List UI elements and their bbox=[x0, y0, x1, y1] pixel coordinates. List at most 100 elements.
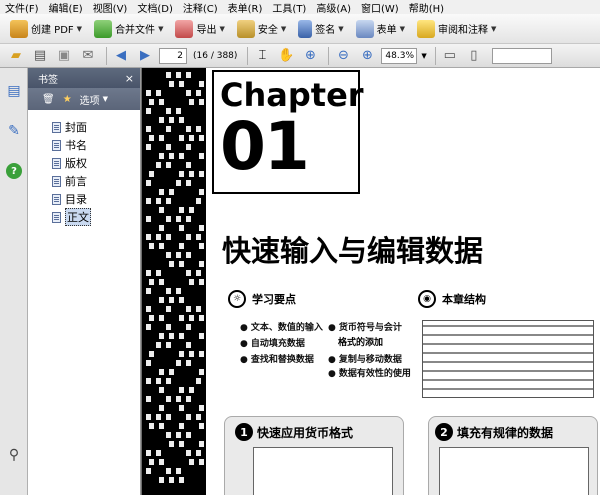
chevron-down-icon: ▼ bbox=[280, 24, 287, 33]
fit-page-icon[interactable]: ▭ bbox=[440, 47, 460, 65]
menu-item[interactable]: 表单(R) bbox=[223, 0, 268, 15]
pattern-square bbox=[166, 324, 171, 330]
pattern-square bbox=[196, 450, 201, 456]
pattern-square bbox=[166, 288, 171, 294]
zoom-in-icon[interactable]: ⊕ bbox=[357, 47, 377, 65]
pattern-square bbox=[166, 234, 171, 240]
select-cursor-icon[interactable]: ⌶ bbox=[252, 47, 272, 65]
attachment-icon[interactable]: ⚲ bbox=[4, 444, 24, 466]
bookmarks-title: 书签 bbox=[38, 74, 58, 86]
learning-point: 文本、数值的输入 bbox=[240, 320, 323, 333]
divider bbox=[106, 46, 107, 65]
pattern-square bbox=[166, 432, 171, 438]
save-icon[interactable]: ▣ bbox=[54, 47, 74, 65]
pattern-square bbox=[176, 288, 181, 294]
pattern-square bbox=[156, 90, 161, 96]
pattern-square bbox=[149, 279, 154, 285]
menu-item[interactable]: 编辑(E) bbox=[44, 0, 88, 15]
email-icon[interactable]: ✉ bbox=[78, 47, 98, 65]
print-icon[interactable]: ▤ bbox=[30, 47, 50, 65]
pattern-square bbox=[196, 414, 201, 420]
page-number-input[interactable]: 2 bbox=[159, 47, 187, 64]
example-number-2: 2 bbox=[435, 423, 453, 441]
pattern-square bbox=[169, 81, 174, 87]
pattern-square bbox=[189, 387, 194, 393]
pen-icon bbox=[298, 19, 313, 38]
new-bookmark-icon[interactable]: ★ bbox=[63, 94, 72, 105]
pattern-square bbox=[166, 396, 171, 402]
combine-button[interactable]: 合并文件 ▼ bbox=[90, 18, 167, 40]
export-icon bbox=[175, 19, 194, 38]
chevron-down-icon: ▼ bbox=[76, 24, 83, 33]
menu-item[interactable]: 文档(D) bbox=[132, 0, 178, 15]
zoom-input[interactable]: 48.3% bbox=[381, 47, 418, 64]
prev-page-icon[interactable]: ◀ bbox=[111, 47, 131, 65]
pattern-square bbox=[179, 243, 184, 249]
pattern-square bbox=[146, 180, 151, 186]
chevron-down-icon: ▼ bbox=[399, 24, 406, 33]
menu-bar: 文件(F) 编辑(E) 视图(V) 文档(D) 注释(C) 表单(R) 工具(T) 高级(A)… bbox=[0, 0, 600, 15]
pattern-square bbox=[146, 270, 151, 276]
help-icon[interactable]: ? bbox=[4, 160, 24, 182]
export-label: 导出 bbox=[196, 25, 217, 36]
example-screenshot-2 bbox=[439, 447, 589, 495]
bookmark-item[interactable]: 书名 bbox=[28, 136, 140, 154]
pattern-square bbox=[186, 234, 191, 240]
forms-button[interactable]: 表单 ▼ bbox=[352, 18, 409, 40]
search-input[interactable] bbox=[491, 47, 552, 64]
bookmark-item-selected[interactable]: 正文 bbox=[28, 208, 140, 226]
pattern-square bbox=[186, 396, 191, 402]
bookmark-item[interactable]: 前言 bbox=[28, 172, 140, 190]
security-button[interactable]: 安全 ▼ bbox=[233, 18, 290, 40]
bookmark-item[interactable]: 版权 bbox=[28, 154, 140, 172]
next-page-icon[interactable]: ▶ bbox=[135, 47, 155, 65]
menu-item[interactable]: 帮助(H) bbox=[404, 0, 449, 15]
menu-item[interactable]: 注释(C) bbox=[178, 0, 223, 15]
open-folder-icon[interactable]: ▰ bbox=[6, 47, 26, 65]
sign-button[interactable]: 签名 ▼ bbox=[294, 18, 347, 40]
fit-width-icon[interactable]: ▯ bbox=[464, 47, 484, 65]
signature-icon[interactable]: ✎ bbox=[4, 120, 24, 142]
pattern-square bbox=[179, 117, 184, 123]
pattern-square bbox=[169, 153, 174, 159]
pattern-square bbox=[199, 333, 204, 339]
example-box-1: 1 快速应用货币格式 bbox=[224, 416, 404, 495]
pattern-square bbox=[176, 468, 181, 474]
export-button[interactable]: 导出 ▼ bbox=[171, 18, 228, 40]
chevron-down-icon[interactable]: ▼ bbox=[421, 52, 426, 60]
menu-item[interactable]: 文件(F) bbox=[0, 0, 44, 15]
pages-icon[interactable]: ▤ bbox=[4, 80, 24, 102]
pattern-square bbox=[179, 297, 184, 303]
menu-item[interactable]: 窗口(W) bbox=[356, 0, 404, 15]
pattern-square bbox=[156, 162, 161, 168]
bookmark-item[interactable]: 目录 bbox=[28, 190, 140, 208]
zoom-out-icon[interactable]: ⊖ bbox=[333, 47, 353, 65]
document-page[interactable]: Chapter 01 快速输入与编辑数据 ☼ 学习要点 ◉ 本章结构 文本、数值… bbox=[142, 68, 600, 495]
pattern-square bbox=[169, 261, 174, 267]
options-button[interactable]: 选项 bbox=[80, 92, 100, 107]
bookmark-item[interactable]: 封面 bbox=[28, 118, 140, 136]
zoom-tool-icon[interactable]: ⊕ bbox=[300, 47, 320, 65]
hand-tool-icon[interactable]: ✋ bbox=[276, 47, 296, 65]
menu-item[interactable]: 工具(T) bbox=[267, 0, 311, 15]
pattern-square bbox=[179, 315, 184, 321]
trash-icon[interactable]: 🗑 bbox=[42, 94, 55, 105]
example-box-2: 2 填充有规律的数据 bbox=[428, 416, 598, 495]
create-pdf-button[interactable]: 创建 PDF ▼ bbox=[6, 18, 86, 40]
pattern-square bbox=[166, 306, 171, 312]
pattern-square bbox=[189, 207, 194, 213]
review-button[interactable]: 审阅和注释 ▼ bbox=[413, 18, 500, 40]
chevron-down-icon[interactable]: ▼ bbox=[103, 95, 108, 103]
pattern-square bbox=[166, 468, 171, 474]
pattern-square bbox=[179, 441, 184, 447]
pattern-square bbox=[186, 414, 191, 420]
pattern-square bbox=[156, 450, 161, 456]
menu-item[interactable]: 高级(A) bbox=[311, 0, 356, 15]
pattern-square bbox=[179, 333, 184, 339]
pattern-square bbox=[146, 144, 151, 150]
menu-item[interactable]: 视图(V) bbox=[88, 0, 133, 15]
pattern-square bbox=[196, 90, 201, 96]
pattern-square bbox=[149, 423, 154, 429]
close-icon[interactable]: × bbox=[125, 72, 134, 85]
pattern-square bbox=[169, 117, 174, 123]
